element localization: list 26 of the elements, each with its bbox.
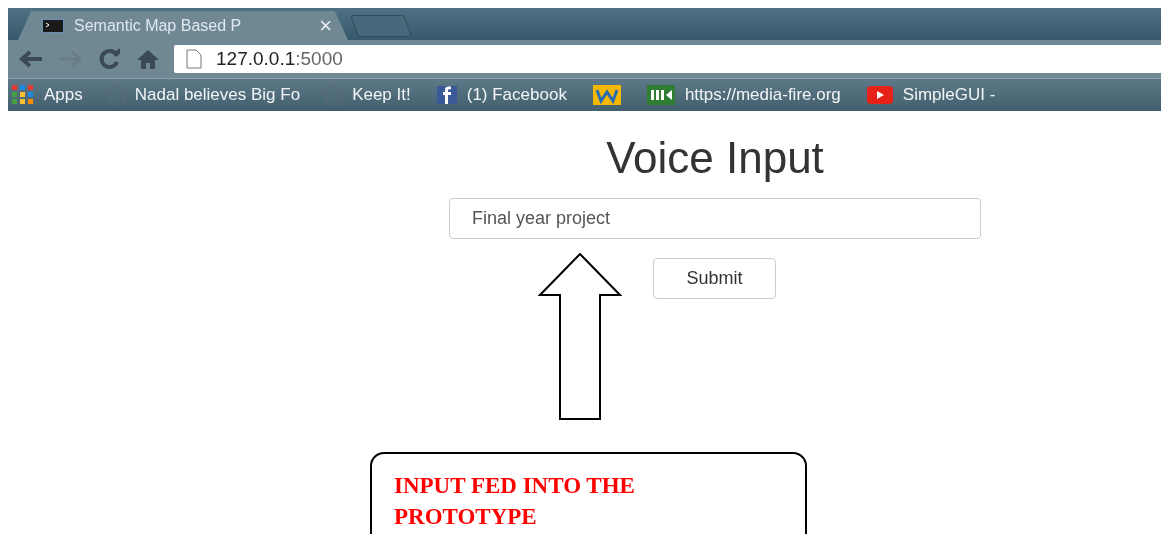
voice-input-field[interactable]: Final year project	[449, 198, 981, 239]
bookmark[interactable]	[592, 85, 621, 105]
media-icon	[646, 85, 675, 105]
play-icon	[866, 86, 893, 104]
facebook-icon	[436, 86, 457, 104]
bookmark[interactable]: (1) Facebook	[436, 85, 567, 105]
bookmark[interactable]: Keep It!	[326, 85, 411, 105]
bookmark[interactable]: Apps	[12, 85, 83, 105]
w-logo-icon	[592, 85, 621, 105]
bookmark[interactable]: https://media-fire.org	[646, 85, 841, 105]
back-icon[interactable]	[18, 49, 44, 69]
address-bar[interactable]: 127.0.0.1:5000	[174, 45, 1161, 73]
new-tab-button[interactable]	[350, 15, 412, 37]
page-icon	[186, 49, 202, 69]
page-heading: Voice Input	[605, 133, 825, 183]
browser-tab[interactable]: Semantic Map Based P ×	[18, 11, 348, 40]
callout-text: INPUT FED INTO THE PROTOTYPE	[394, 472, 636, 531]
bookmark[interactable]: SimpleGUI -	[866, 85, 996, 105]
reload-icon[interactable]	[98, 48, 122, 70]
bookmark[interactable]: Nadal believes Big Fo	[108, 85, 301, 105]
home-icon[interactable]	[136, 48, 160, 70]
terminal-icon	[42, 18, 64, 33]
apps-grid-icon	[12, 85, 34, 105]
submit-button[interactable]: Submit	[653, 258, 776, 299]
tab-close[interactable]: ×	[319, 12, 332, 39]
url-text: 127.0.0.1:5000	[216, 48, 343, 70]
